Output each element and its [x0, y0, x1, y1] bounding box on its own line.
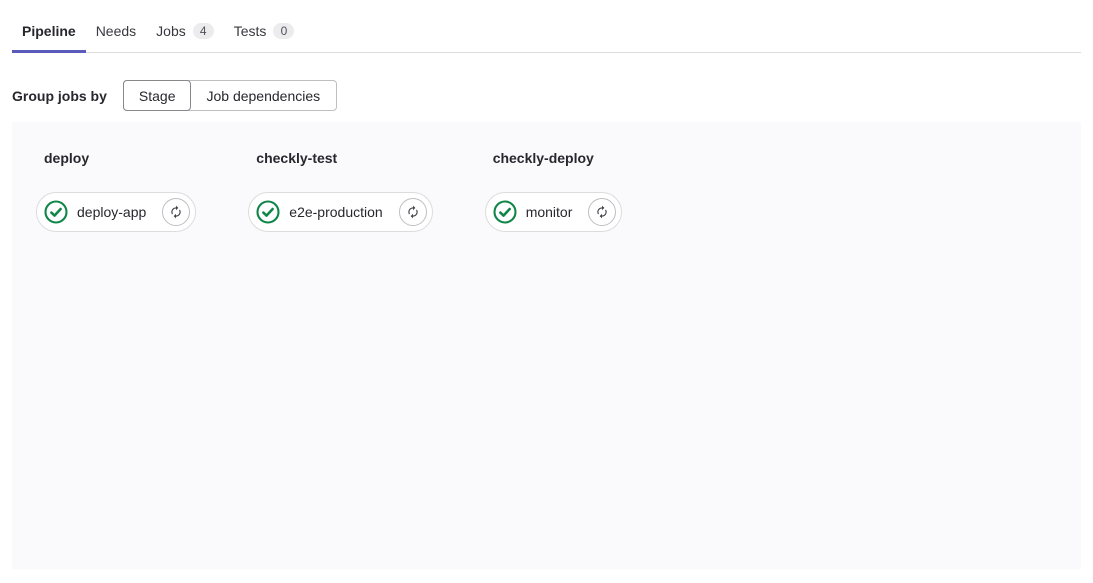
group-jobs-by-label: Group jobs by — [12, 88, 107, 104]
stage-title: deploy — [44, 150, 196, 166]
group-by-job-dependencies-button[interactable]: Job dependencies — [190, 81, 336, 110]
stage-title: checkly-deploy — [493, 150, 623, 166]
tab-pipeline-label: Pipeline — [22, 23, 76, 39]
retry-icon — [595, 205, 609, 219]
tab-jobs[interactable]: Jobs 4 — [146, 23, 224, 53]
status-success-icon — [493, 200, 517, 224]
tab-pipeline[interactable]: Pipeline — [12, 23, 86, 53]
retry-job-button[interactable] — [162, 198, 190, 226]
stage-title: checkly-test — [256, 150, 432, 166]
job-pill-monitor[interactable]: monitor — [485, 192, 623, 232]
stage-columns: deploy deploy-app — [12, 122, 1081, 232]
tab-jobs-label: Jobs — [156, 23, 186, 39]
tab-needs[interactable]: Needs — [86, 23, 146, 53]
status-success-icon — [256, 200, 280, 224]
group-jobs-segmented-control: Stage Job dependencies — [123, 80, 337, 111]
status-success-icon — [44, 200, 68, 224]
tab-tests-count-badge: 0 — [273, 23, 294, 39]
retry-icon — [406, 205, 420, 219]
stage-column-checkly-deploy: checkly-deploy monitor — [485, 150, 623, 232]
pipeline-graph-panel: deploy deploy-app — [12, 122, 1081, 569]
group-jobs-toolbar: Group jobs by Stage Job dependencies — [12, 80, 1081, 111]
tab-needs-label: Needs — [96, 23, 136, 39]
retry-icon — [169, 205, 183, 219]
retry-job-button[interactable] — [399, 198, 427, 226]
tab-tests[interactable]: Tests 0 — [224, 23, 305, 53]
job-name: e2e-production — [289, 204, 382, 220]
group-by-stage-button[interactable]: Stage — [123, 80, 192, 111]
job-name: deploy-app — [77, 204, 146, 220]
tab-tests-label: Tests — [234, 23, 267, 39]
tab-jobs-count-badge: 4 — [193, 23, 214, 39]
job-pill-e2e-production[interactable]: e2e-production — [248, 192, 432, 232]
pipeline-tab-bar: Pipeline Needs Jobs 4 Tests 0 — [12, 0, 1081, 53]
job-pill-deploy-app[interactable]: deploy-app — [36, 192, 196, 232]
stage-column-checkly-test: checkly-test e2e-production — [248, 150, 432, 232]
job-name: monitor — [526, 204, 573, 220]
retry-job-button[interactable] — [588, 198, 616, 226]
pipeline-page: Pipeline Needs Jobs 4 Tests 0 Group jobs… — [0, 0, 1093, 569]
stage-column-deploy: deploy deploy-app — [36, 150, 196, 232]
